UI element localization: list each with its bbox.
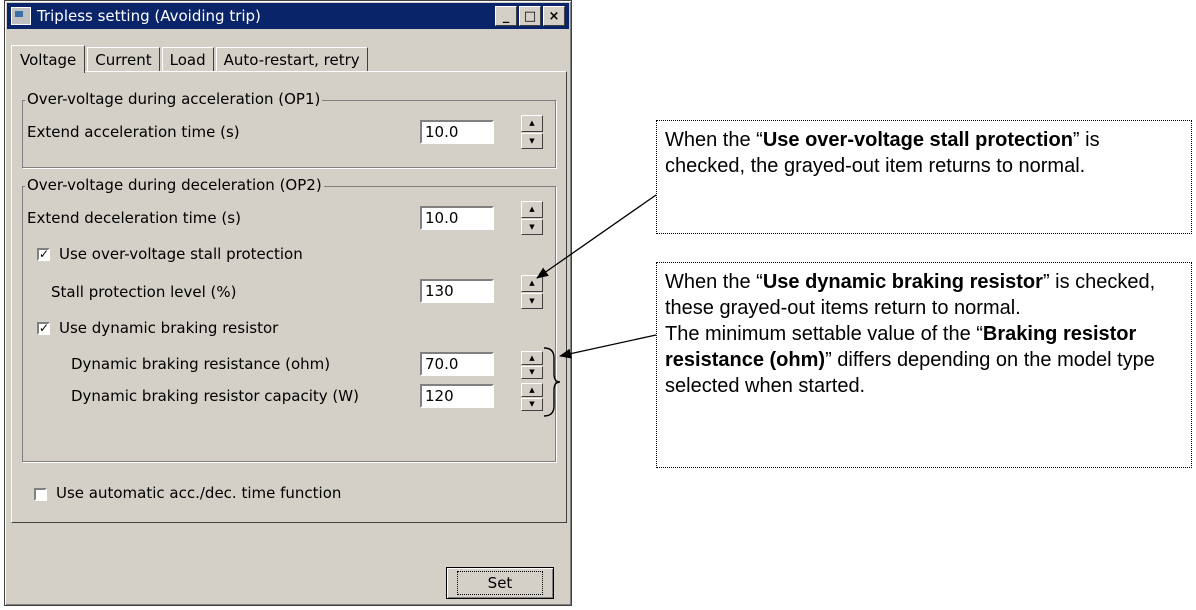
arrow-to-stall-level (536, 194, 657, 279)
arrow-to-dbr-fields (559, 334, 657, 359)
tab-voltage[interactable]: Voltage (11, 45, 86, 73)
callout-arrows (536, 194, 657, 359)
